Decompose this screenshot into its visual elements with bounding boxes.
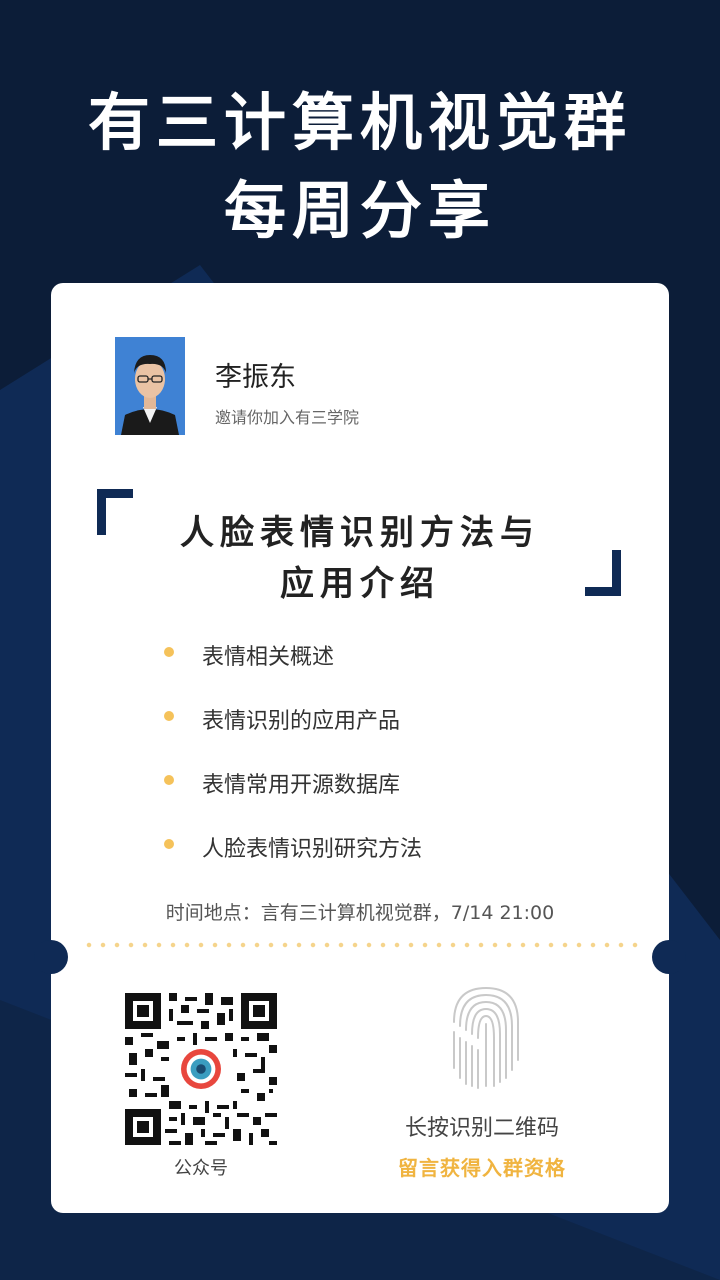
page-title-line-2: 每周分享 bbox=[223, 174, 496, 247]
fingerprint-icon[interactable] bbox=[448, 982, 524, 1090]
bullet-dot-icon bbox=[164, 839, 174, 849]
invite-text: 邀请你加入有三学院 bbox=[215, 408, 360, 427]
qr-code[interactable] bbox=[125, 993, 277, 1145]
dotted-divider bbox=[82, 942, 642, 948]
ticket-notch-right bbox=[652, 940, 686, 974]
talk-title-line-2: 应用介绍 bbox=[280, 564, 440, 604]
topic-text: 人脸表情识别研究方法 bbox=[202, 837, 423, 862]
join-group-text: 留言获得入群资格 bbox=[398, 1156, 566, 1180]
talk-title-line-1: 人脸表情识别方法与 bbox=[180, 513, 540, 553]
topic-text: 表情常用开源数据库 bbox=[202, 773, 401, 798]
qr-caption: 公众号 bbox=[174, 1158, 228, 1179]
bullet-dot-icon bbox=[164, 647, 174, 657]
inviter-name: 李振东 bbox=[215, 362, 296, 393]
bullet-dot-icon bbox=[164, 775, 174, 785]
time-place-text: 时间地点：言有三计算机视觉群，7/14 21:00 bbox=[165, 902, 555, 924]
bullet-dot-icon bbox=[164, 711, 174, 721]
ticket-notch-left bbox=[34, 940, 68, 974]
scan-qr-text: 长按识别二维码 bbox=[404, 1116, 559, 1141]
page-title-line-1: 有三计算机视觉群 bbox=[87, 86, 632, 159]
topic-text: 表情识别的应用产品 bbox=[202, 709, 401, 734]
topic-text: 表情相关概述 bbox=[202, 645, 335, 670]
avatar bbox=[115, 337, 185, 435]
